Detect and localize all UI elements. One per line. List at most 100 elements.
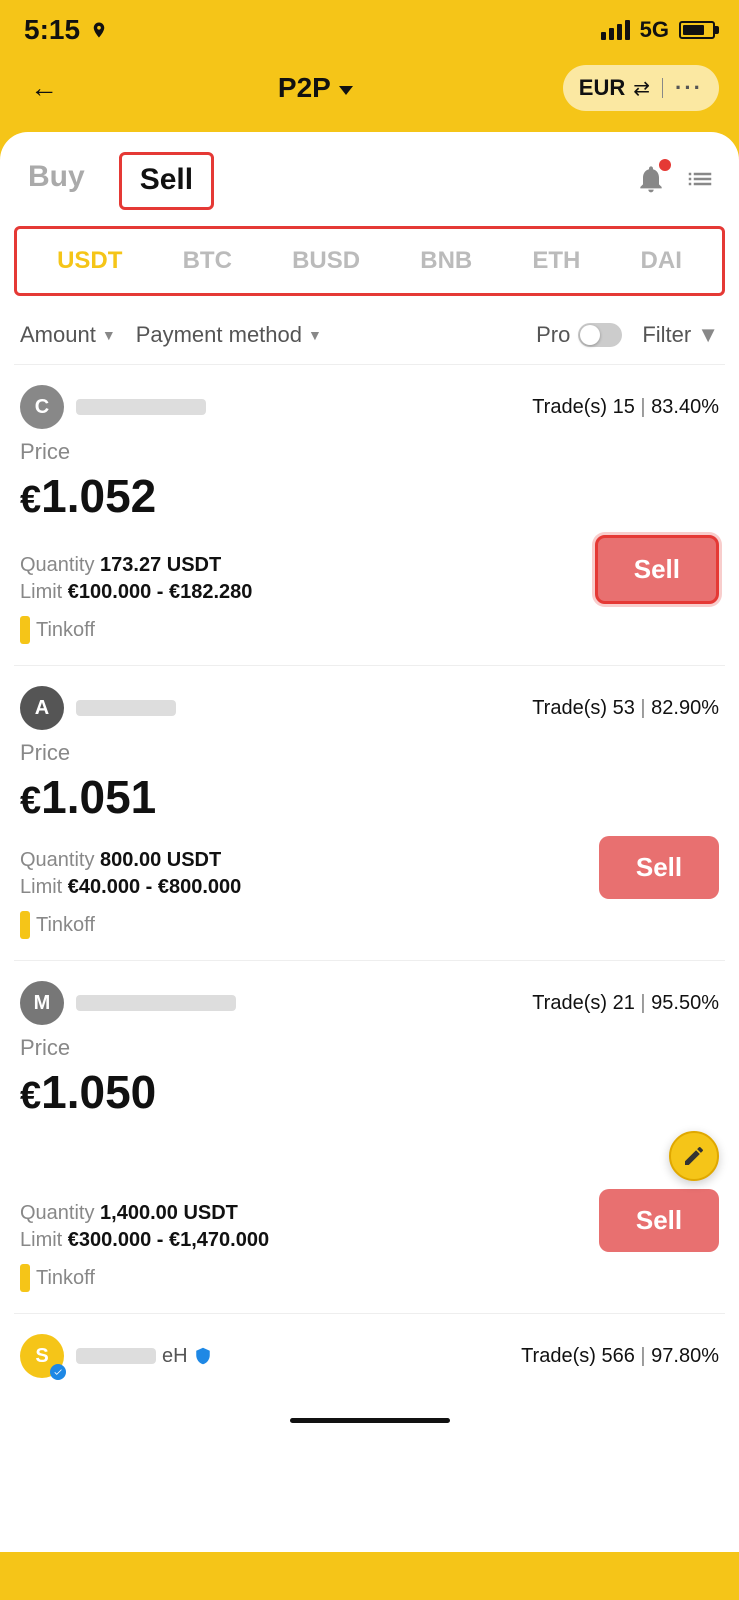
main-content: Buy Sell USDT BTC BUSD: [0, 132, 739, 1552]
price-currency-1: €: [20, 479, 41, 521]
trade-header-3: M Trade(s) 21 | 95.50%: [20, 981, 719, 1025]
payment-dot-icon-3: [20, 1264, 30, 1292]
sell-button-3[interactable]: Sell: [599, 1189, 719, 1252]
payment-method-2: Tinkoff: [36, 914, 95, 937]
qty-line-1: Quantity 173.27 USDT: [20, 554, 595, 577]
trader-name-blur-3: [76, 995, 236, 1011]
tab-buy[interactable]: Buy: [24, 152, 89, 210]
sell-button-1[interactable]: Sell: [595, 535, 719, 604]
trade-header-2: A Trade(s) 53 | 82.90%: [20, 686, 719, 730]
trade-item-2: A Trade(s) 53 | 82.90% Price €1.051 Quan…: [0, 666, 739, 960]
qty-line-2: Quantity 800.00 USDT: [20, 849, 599, 872]
payment-badge-1: Tinkoff: [20, 616, 95, 644]
filter-row: Amount ▼ Payment method ▼ Pro Filter ▼: [0, 312, 739, 364]
tab-icons: [635, 163, 715, 200]
currency-selector[interactable]: EUR ⇄ ···: [563, 65, 719, 111]
limit-line-3: Limit €300.000 - €1,470.000: [20, 1229, 599, 1252]
trade-body-2: Quantity 800.00 USDT Limit €40.000 - €80…: [20, 836, 719, 899]
nav-right: EUR ⇄ ···: [563, 65, 719, 111]
trader-info-4: S eH: [20, 1334, 212, 1378]
limit-line-1: Limit €100.000 - €182.280: [20, 581, 595, 604]
payment-badge-2: Tinkoff: [20, 911, 95, 939]
avatar-3: M: [20, 981, 64, 1025]
trade-body-1: Quantity 173.27 USDT Limit €100.000 - €1…: [20, 535, 719, 604]
payment-dot-icon-1: [20, 616, 30, 644]
back-arrow-icon: ←: [30, 72, 58, 104]
price-value-2: €1.051: [20, 770, 719, 824]
verified-icon-4: [194, 1347, 212, 1365]
more-options-icon[interactable]: ···: [675, 75, 703, 101]
battery-icon: [679, 21, 715, 39]
trade-stats-1: Trade(s) 15 | 83.40%: [532, 396, 719, 419]
coin-tabs: USDT BTC BUSD BNB ETH DAI: [17, 229, 722, 293]
avatar-1: C: [20, 385, 64, 429]
price-currency-3: €: [20, 1075, 41, 1117]
home-indicator: [290, 1418, 450, 1423]
limit-line-2: Limit €40.000 - €800.000: [20, 876, 599, 899]
trade-header-1: C Trade(s) 15 | 83.40%: [20, 385, 719, 429]
notification-bell[interactable]: [635, 163, 667, 200]
price-label-2: Price: [20, 740, 719, 766]
trade-stats-2: Trade(s) 53 | 82.90%: [532, 697, 719, 720]
status-bar: 5:15 5G: [0, 0, 739, 54]
tab-row: Buy Sell: [0, 132, 739, 210]
fab-button[interactable]: [669, 1131, 719, 1181]
filter-button[interactable]: Filter ▼: [642, 322, 719, 348]
nav-center[interactable]: P2P: [278, 72, 353, 104]
trade-body-3: Quantity 1,400.00 USDT Limit €300.000 - …: [20, 1131, 719, 1252]
price-currency-2: €: [20, 780, 41, 822]
filter-funnel-icon: ▼: [697, 322, 719, 348]
tab-sell[interactable]: Sell: [119, 152, 214, 210]
pro-toggle[interactable]: Pro: [536, 322, 622, 348]
dropdown-arrow-icon: [339, 86, 353, 95]
coin-tab-dai[interactable]: DAI: [633, 243, 690, 279]
coin-tab-eth[interactable]: ETH: [524, 243, 588, 279]
payment-method-3: Tinkoff: [36, 1267, 95, 1290]
signal-bars: [601, 20, 630, 40]
coin-tabs-wrapper: USDT BTC BUSD BNB ETH DAI: [14, 226, 725, 296]
list-view-icon[interactable]: [685, 164, 715, 199]
payment-badge-3: Tinkoff: [20, 1264, 95, 1292]
trader-info-3: M: [20, 981, 236, 1025]
trade-header-4: S eH Trade(s) 566 | 97.80%: [20, 1334, 719, 1378]
avatar-4: S: [20, 1334, 64, 1378]
notification-badge: [659, 159, 671, 171]
verified-badge: [50, 1364, 66, 1380]
price-value-1: €1.052: [20, 469, 719, 523]
trader-info-1: C: [20, 385, 206, 429]
status-icons: 5G: [601, 17, 715, 43]
trade-item-3: M Trade(s) 21 | 95.50% Price €1.050 Quan…: [0, 961, 739, 1313]
trader-name-blur-4: [76, 1348, 156, 1364]
trade-stats-3: Trade(s) 21 | 95.50%: [532, 992, 719, 1015]
sell-button-2[interactable]: Sell: [599, 836, 719, 899]
currency-label: EUR: [579, 75, 625, 101]
avatar-2: A: [20, 686, 64, 730]
trade-stats-4: Trade(s) 566 | 97.80%: [521, 1345, 719, 1368]
trade-item-1: C Trade(s) 15 | 83.40% Price €1.052 Quan…: [0, 365, 739, 665]
price-label-1: Price: [20, 439, 719, 465]
page-title: P2P: [278, 72, 331, 104]
back-button[interactable]: ←: [20, 64, 68, 112]
coin-tab-busd[interactable]: BUSD: [284, 243, 368, 279]
payment-filter[interactable]: Payment method ▼: [136, 322, 322, 348]
divider: [662, 78, 663, 98]
payment-method-1: Tinkoff: [36, 619, 95, 642]
trade-details-1: Quantity 173.27 USDT Limit €100.000 - €1…: [20, 554, 595, 604]
payment-dropdown-icon: ▼: [308, 327, 322, 343]
payment-dot-icon-2: [20, 911, 30, 939]
coin-tab-btc[interactable]: BTC: [175, 243, 240, 279]
edit-icon: [682, 1144, 706, 1168]
buy-sell-tabs: Buy Sell: [24, 152, 214, 210]
amount-filter[interactable]: Amount ▼: [20, 322, 116, 348]
coin-tab-usdt[interactable]: USDT: [49, 243, 130, 279]
trade-details-3: Quantity 1,400.00 USDT Limit €300.000 - …: [20, 1202, 599, 1252]
price-value-3: €1.050: [20, 1065, 719, 1119]
amount-label: Amount: [20, 322, 96, 348]
network-type: 5G: [640, 17, 669, 43]
coin-tab-bnb[interactable]: BNB: [412, 243, 480, 279]
trader-name-suffix-4: eH: [162, 1345, 188, 1368]
price-label-3: Price: [20, 1035, 719, 1061]
pro-toggle-thumb: [580, 325, 600, 345]
pro-toggle-track[interactable]: [578, 323, 622, 347]
trade-item-4-partial: S eH Trade(s) 566 | 97.80%: [0, 1314, 739, 1398]
